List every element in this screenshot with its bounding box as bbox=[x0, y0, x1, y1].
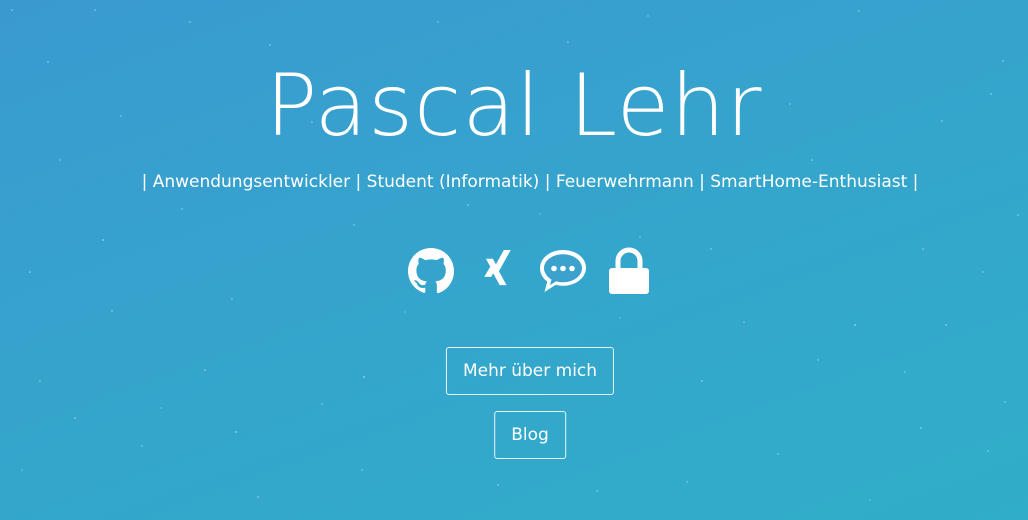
github-link[interactable] bbox=[406, 246, 456, 296]
social-links bbox=[0, 246, 1028, 296]
github-icon bbox=[408, 248, 455, 294]
about-me-button[interactable]: Mehr über mich bbox=[445, 347, 615, 395]
xing-link[interactable] bbox=[472, 246, 522, 296]
xing-icon bbox=[484, 250, 511, 286]
lock-link[interactable] bbox=[604, 246, 654, 296]
blog-button[interactable]: Blog bbox=[494, 411, 566, 459]
chat-icon bbox=[540, 250, 586, 292]
tagline: | Anwendungsentwickler | Student (Inform… bbox=[141, 172, 919, 192]
page-title: Pascal Lehr bbox=[265, 56, 763, 156]
hero-section: Pascal Lehr | Anwendungsentwickler | Stu… bbox=[0, 0, 1028, 520]
chat-link[interactable] bbox=[538, 246, 588, 296]
lock-icon bbox=[609, 247, 649, 294]
